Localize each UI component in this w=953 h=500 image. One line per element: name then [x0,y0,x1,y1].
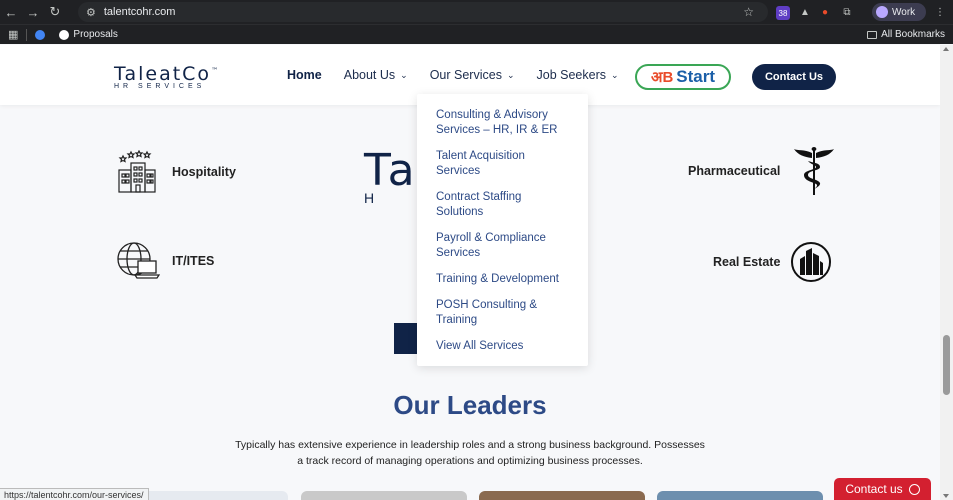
all-bookmarks-button[interactable]: All Bookmarks [867,29,945,40]
floating-contact-label: Contact us [845,482,903,496]
contact-us-button[interactable]: Contact Us [752,64,836,90]
menu-item-posh[interactable]: POSH Consulting & Training [436,298,571,328]
real-estate-buildings-icon [791,242,832,282]
ab-start-button[interactable]: अB Start [635,64,731,90]
bookmarks-bar: ▦ Proposals All Bookmarks [0,24,953,44]
leader-card[interactable] [657,491,823,500]
extension-red-icon[interactable]: ● [818,4,832,20]
leader-card[interactable] [479,491,645,500]
decorative-block [394,323,418,354]
industry-label: IT/ITES [172,254,215,268]
chevron-down-icon: ⌄ [610,69,619,80]
logo-subtitle: HR SERVICES [114,83,206,90]
industry-label: Hospitality [172,165,236,179]
globe-laptop-icon [117,242,160,279]
menu-item-view-all[interactable]: View All Services [436,339,571,354]
industry-label: Real Estate [713,255,781,269]
leader-card[interactable] [301,491,467,500]
extensions-puzzle-icon[interactable]: ⧉ [840,4,854,20]
apps-grid-icon[interactable]: ▦ [8,28,18,41]
browser-toolbar: ← → ↻ ⚙ talentcohr.com ☆ 38 ▲ ● ⧉ Work ⋮ [0,0,953,24]
industry-pharmaceutical: Pharmaceutical [688,145,836,197]
ab-start-hindi: अB [650,69,674,86]
scrollbar-thumb[interactable] [943,335,950,395]
logo-main-text: TaleatCo [114,63,212,85]
section-title-leaders: Our Leaders [393,390,547,420]
scroll-up-arrow-icon[interactable] [943,47,949,51]
back-arrow-icon[interactable]: ← [0,1,22,23]
bookmark-label: Proposals [73,29,118,40]
nav-about-label: About Us [343,68,396,82]
profile-avatar-icon [876,6,888,18]
nav-about-us[interactable]: About Us ⌄ [344,68,408,82]
menu-item-contract-staffing[interactable]: Contract Staffing Solutions [436,190,571,220]
url-text: talentcohr.com [103,6,176,18]
leader-card[interactable] [134,491,288,500]
bookmarks-divider [26,28,28,41]
services-dropdown-menu: Consulting & Advisory Services – HR, IR … [417,94,588,366]
menu-item-training[interactable]: Training & Development [436,272,571,287]
chevron-down-icon: ⌄ [400,69,408,80]
nav-home-label: Home [287,68,322,82]
menu-item-consulting[interactable]: Consulting & Advisory Services – HR, IR … [436,108,571,138]
nav-home[interactable]: Home [287,68,322,82]
site-info-icon[interactable]: ⚙ [86,6,96,19]
reload-icon[interactable]: ↻ [44,1,66,23]
industry-it-ites: IT/ITES [116,241,214,281]
extension-badge[interactable]: 38 [776,6,790,20]
chevron-down-icon: ⌄ [506,69,515,80]
hotel-building-icon [118,150,156,193]
all-bookmarks-label: All Bookmarks [881,29,945,40]
profile-button[interactable]: Work [872,3,926,21]
floating-contact-button[interactable]: Contact us [834,478,931,500]
industry-label: Pharmaceutical [688,164,781,178]
forward-arrow-icon[interactable]: → [22,1,44,23]
bookmark-item-chrome[interactable] [35,29,49,40]
status-bar-url: https://talentcohr.com/our-services/ [0,488,149,500]
globe-icon [908,483,920,495]
industry-real-estate: Real Estate [713,241,832,283]
menu-item-payroll[interactable]: Payroll & Compliance Services [436,231,571,261]
nav-jobseekers-label: Job Seekers [536,68,606,82]
site-logo[interactable]: TaleatCo™ HR SERVICES [114,63,220,90]
upwork-icon [59,29,70,40]
bookmark-item-proposals[interactable]: Proposals [59,29,118,40]
leaders-description: Typically has extensive experience in le… [235,439,705,467]
address-bar[interactable]: ⚙ talentcohr.com ☆ [78,2,768,22]
nav-services-label: Our Services [429,68,502,82]
nav-our-services[interactable]: Our Services ⌄ [430,68,515,82]
caduceus-icon [794,147,835,195]
nav-job-seekers[interactable]: Job Seekers ⌄ [537,68,619,82]
web-page: TaleatCo™ HR SERVICES Home About Us ⌄ Our… [0,45,940,500]
menu-item-talent-acquisition[interactable]: Talent Acquisition Services [436,149,571,179]
profile-label: Work [892,6,916,18]
folder-icon [867,30,878,39]
ab-start-label: Start [676,67,716,86]
bookmark-star-icon[interactable]: ☆ [743,5,754,19]
chrome-icon [35,29,46,40]
industry-hospitality: Hospitality [116,150,236,194]
extension-icon[interactable]: ▲ [798,4,812,20]
page-scrollbar[interactable] [940,45,953,500]
browser-menu-icon[interactable]: ⋮ [934,4,946,20]
scroll-down-arrow-icon[interactable] [943,494,949,498]
logo-tm: ™ [211,66,221,75]
